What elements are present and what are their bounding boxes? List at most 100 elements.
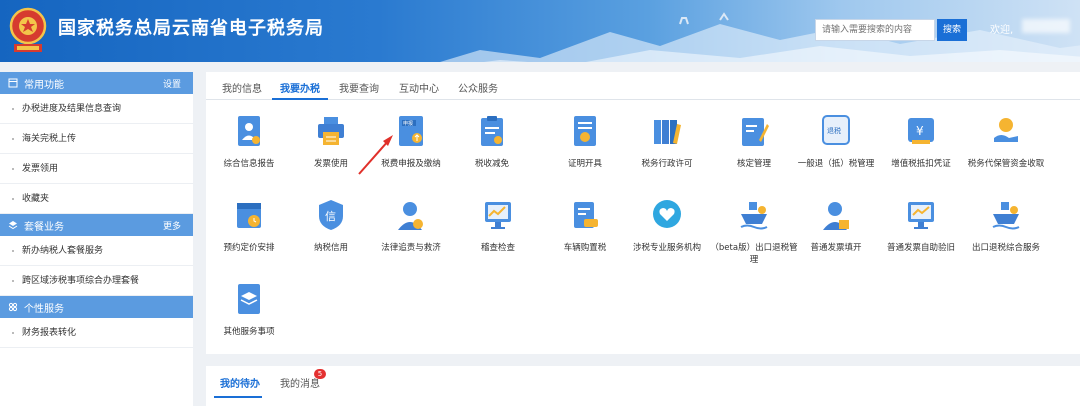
- sidebar-item-customs-upload[interactable]: 海关完税上传: [0, 124, 193, 154]
- service-other-matters[interactable]: 其他服务事项: [204, 282, 294, 338]
- legal-person-icon: [398, 202, 423, 230]
- person-invoice-icon: [823, 202, 849, 230]
- service-admin-permit[interactable]: 税务行政许可: [622, 114, 712, 170]
- service-label: 法律追责与救济: [381, 243, 441, 253]
- yen-wallet-icon: ¥: [908, 118, 934, 144]
- document-user-icon: [238, 116, 260, 146]
- sidebar-section-common: 常用功能 设置: [0, 72, 193, 94]
- tax-emblem-icon: [9, 7, 47, 52]
- service-tax-refund[interactable]: 退税 一般退（抵）税管理: [791, 114, 881, 170]
- printer-icon: [318, 117, 344, 145]
- layers-doc-icon: [238, 284, 260, 314]
- active-tab-indicator: [272, 98, 328, 100]
- section-title: 常用功能: [24, 79, 64, 91]
- tab-my-todo[interactable]: 我的待办: [220, 375, 260, 390]
- sidebar-item-cross-region[interactable]: 跨区域涉税事项综合办理套餐: [0, 266, 193, 296]
- mountain-decoration: [440, 12, 1080, 62]
- service-label: （beta版）出口退税管理: [710, 243, 798, 265]
- service-label: 涉税专业服务机构: [632, 243, 701, 253]
- section-title: 套餐业务: [24, 221, 64, 233]
- service-legal-remedy[interactable]: 法律追责与救济: [366, 198, 456, 254]
- svg-text:¥: ¥: [916, 124, 924, 138]
- certificate-icon: [574, 116, 596, 146]
- service-pricing-arrangement[interactable]: 预约定价安排: [204, 198, 294, 254]
- window-icon: [8, 78, 18, 88]
- service-label: 核定管理: [736, 159, 771, 169]
- ship-icon: [992, 202, 1020, 230]
- service-label: 车辆购置税: [563, 243, 607, 253]
- service-label: 出口退税综合服务: [971, 243, 1040, 253]
- hand-coin-icon: [994, 118, 1018, 142]
- service-professional-agency[interactable]: 涉税专业服务机构: [622, 198, 712, 254]
- section-title: 个性服务: [24, 303, 64, 315]
- sidebar-item-new-taxpayer[interactable]: 新办纳税人套餐服务: [0, 236, 193, 266]
- service-label: 综合信息报告: [223, 159, 275, 169]
- welcome-text: 欢迎,: [990, 25, 1014, 36]
- service-export-refund-integrated[interactable]: 出口退税综合服务: [961, 198, 1051, 254]
- tax-declaration-icon: 申报: [399, 116, 423, 146]
- service-label: 普通发票填开: [810, 243, 862, 253]
- credit-shield-icon: 信: [319, 200, 343, 230]
- sidebar: 常用功能 设置 办税进度及结果信息查询 海关完税上传 发票领用 收藏夹 套餐业务…: [0, 72, 193, 406]
- service-label: 普通发票自助验旧: [886, 243, 955, 253]
- service-invoice-verify[interactable]: 普通发票自助验旧: [876, 198, 966, 254]
- sidebar-item-invoice-collect[interactable]: 发票领用: [0, 154, 193, 184]
- settings-link[interactable]: 设置: [163, 77, 181, 90]
- service-tax-reduction[interactable]: 税收减免: [447, 114, 537, 170]
- service-label: 预约定价安排: [223, 243, 275, 253]
- active-tab-indicator: [214, 396, 262, 398]
- service-export-refund-beta[interactable]: （beta版）出口退税管理: [709, 198, 799, 266]
- tab-my-messages[interactable]: 我的消息: [280, 375, 320, 390]
- layers-icon: [8, 221, 18, 230]
- svg-text:信: 信: [325, 210, 336, 223]
- search-input[interactable]: [815, 19, 935, 41]
- service-custody-funds[interactable]: 税务代保管资金收取: [961, 114, 1051, 170]
- svg-text:退税: 退税: [827, 126, 841, 135]
- service-label: 税收减免: [474, 159, 509, 169]
- service-vat-deduction[interactable]: ¥ 增值税抵扣凭证: [876, 114, 966, 170]
- service-info-report[interactable]: 综合信息报告: [204, 114, 294, 170]
- tab-interaction[interactable]: 互动中心: [399, 80, 439, 95]
- sidebar-item-favorites[interactable]: 收藏夹: [0, 184, 193, 214]
- service-assessment[interactable]: 核定管理: [709, 114, 799, 170]
- service-label: 证明开具: [567, 159, 602, 169]
- folders-icon: [654, 120, 681, 144]
- service-label: 其他服务事项: [223, 327, 275, 337]
- tab-tax-handling[interactable]: 我要办税: [280, 80, 320, 95]
- service-label: 税务代保管资金收取: [967, 159, 1045, 169]
- search-button[interactable]: 搜索: [937, 19, 967, 41]
- tab-my-info[interactable]: 我的信息: [222, 80, 262, 95]
- service-label: 税务行政许可: [641, 159, 693, 169]
- edit-document-icon: [742, 118, 769, 146]
- site-title: 国家税务总局云南省电子税务局: [58, 18, 324, 39]
- service-label: 纳税信用: [313, 243, 348, 253]
- monitor-chart-icon: [485, 202, 511, 229]
- sidebar-item-progress-query[interactable]: 办税进度及结果信息查询: [0, 94, 193, 124]
- service-vehicle-tax[interactable]: 车辆购置税: [540, 198, 630, 254]
- service-tax-credit[interactable]: 信 纳税信用: [286, 198, 376, 254]
- tab-public-service[interactable]: 公众服务: [458, 80, 498, 95]
- annotation-arrow-icon: [358, 135, 393, 175]
- monitor-check-icon: [908, 202, 934, 229]
- tab-query[interactable]: 我要查询: [339, 80, 379, 95]
- service-panel: 我的信息 我要办税 我要查询 互动中心 公众服务 综合信息报告 发票使用 申报 …: [206, 72, 1080, 354]
- message-count-badge: 5: [314, 369, 326, 379]
- site-header: 国家税务总局云南省电子税务局 搜索 欢迎,: [0, 0, 1080, 62]
- service-certificate[interactable]: 证明开具: [540, 114, 630, 170]
- grid-icon: [8, 302, 18, 312]
- service-inspection[interactable]: 稽查检查: [453, 198, 543, 254]
- sidebar-item-financial-report[interactable]: 财务报表转化: [0, 318, 193, 348]
- todo-panel: 我的待办 我的消息 5: [206, 366, 1080, 406]
- sidebar-section-personal: 个性服务: [0, 296, 193, 318]
- service-label: 稽查检查: [480, 243, 515, 253]
- service-label: 一般退（抵）税管理: [797, 159, 875, 169]
- svg-text:申报: 申报: [403, 120, 413, 127]
- heart-service-icon: [653, 200, 681, 228]
- service-invoice-issue[interactable]: 普通发票填开: [791, 198, 881, 254]
- tax-refund-icon: 退税: [822, 115, 850, 145]
- service-label: 增值税抵扣凭证: [891, 159, 951, 169]
- clipboard-check-icon: [481, 116, 503, 146]
- more-link[interactable]: 更多: [163, 219, 181, 232]
- ship-icon: [740, 202, 768, 230]
- username-redacted: [1022, 19, 1070, 33]
